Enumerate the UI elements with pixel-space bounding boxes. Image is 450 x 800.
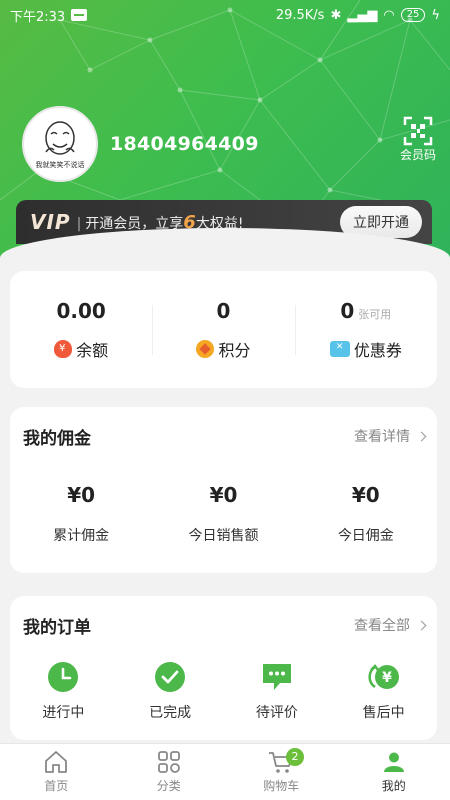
total-commission-label: 累计佣金 <box>53 528 110 544</box>
member-code-label: 会员码 <box>399 148 436 162</box>
check-circle-icon <box>155 662 186 692</box>
coupon-available-suffix: 张可用 <box>358 307 392 321</box>
cart-count-badge: 2 <box>286 748 304 766</box>
money-bag-icon <box>54 339 73 358</box>
tab-category[interactable]: 分类 <box>113 744 226 800</box>
tab-home[interactable]: 首页 <box>0 744 113 800</box>
charging-icon: ϟ <box>431 7 440 23</box>
balance-value: 0.00 <box>56 298 106 323</box>
avatar[interactable]: 我就笑笑不说话 <box>22 106 98 182</box>
order-completed[interactable]: 已完成 <box>117 660 224 722</box>
vip-logo: VIP <box>30 210 71 234</box>
commission-title: 我的佣金 <box>23 428 91 449</box>
bottom-tab-bar: 首页 分类 2 购物车 我的 <box>0 743 450 800</box>
orders-card: 我的订单 查看全部 进行中 已完成 待评价 ¥ 售后中 <box>10 596 437 740</box>
svg-text:¥: ¥ <box>382 670 392 686</box>
qr-code-icon <box>403 116 433 146</box>
today-commission[interactable]: ¥0 今日佣金 <box>295 483 437 545</box>
today-sales-value: ¥0 <box>209 483 238 507</box>
today-commission-value: ¥0 <box>351 483 380 507</box>
tab-cart[interactable]: 2 购物车 <box>225 744 338 800</box>
chevron-right-icon <box>416 431 427 441</box>
order-completed-label: 已完成 <box>149 705 192 721</box>
refund-icon: ¥ <box>368 664 399 689</box>
today-commission-label: 今日佣金 <box>337 528 394 544</box>
coupon-value: 0 <box>340 298 355 323</box>
avatar-caption: 我就笑笑不说话 <box>35 161 85 169</box>
cellular-signal-icon: ▂▄▆ <box>347 7 378 23</box>
order-to-review-label: 待评价 <box>255 705 298 721</box>
battery-indicator: 25 <box>400 8 426 22</box>
coupon-label: 优惠券 <box>353 340 402 360</box>
commission-card: 我的佣金 查看详情 ¥0 累计佣金 ¥0 今日销售额 ¥0 今日佣金 <box>10 407 437 573</box>
points-coin-icon <box>196 339 215 358</box>
commission-details-link[interactable]: 查看详情 <box>354 426 427 446</box>
message-notification-icon <box>71 9 88 21</box>
account-stats-card: 0.00 余额 0 积分 0张可用 优惠券 <box>10 271 437 388</box>
clock-icon <box>48 662 79 692</box>
today-sales[interactable]: ¥0 今日销售额 <box>152 483 294 545</box>
points-label: 积分 <box>218 340 251 360</box>
total-commission-value: ¥0 <box>67 483 96 507</box>
user-phone: 18404964409 <box>110 133 259 155</box>
total-commission[interactable]: ¥0 累计佣金 <box>10 483 152 545</box>
commission-details-label: 查看详情 <box>354 429 410 445</box>
tab-cart-label: 购物车 <box>263 779 300 793</box>
chat-bubble-icon <box>262 664 291 690</box>
tab-home-label: 首页 <box>44 779 69 793</box>
tab-mine-label: 我的 <box>381 779 406 793</box>
avatar-face-icon <box>45 121 75 155</box>
today-sales-label: 今日销售额 <box>188 528 259 544</box>
order-after-sale[interactable]: ¥ 售后中 <box>330 660 437 722</box>
order-in-progress-label: 进行中 <box>42 705 85 721</box>
orders-view-all-link[interactable]: 查看全部 <box>354 615 427 635</box>
orders-view-all-label: 查看全部 <box>354 618 410 634</box>
order-in-progress[interactable]: 进行中 <box>10 660 117 722</box>
wifi-icon: ◠ <box>383 7 395 23</box>
order-after-sale-label: 售后中 <box>362 705 405 721</box>
points-value: 0 <box>216 298 231 323</box>
profile-info: 我就笑笑不说话 18404964409 <box>22 106 259 182</box>
bluetooth-icon: ✱ <box>330 7 342 23</box>
home-icon <box>45 751 68 773</box>
member-code-button[interactable]: 会员码 <box>400 116 436 163</box>
status-time: 下午2:33 <box>10 9 66 25</box>
tab-category-label: 分类 <box>156 779 181 793</box>
status-bar: 下午2:33 29.5K/s ✱ ▂▄▆ ◠ 25 ϟ <box>0 0 450 30</box>
orders-title: 我的订单 <box>23 617 91 638</box>
order-to-review[interactable]: 待评价 <box>224 660 331 722</box>
balance-label: 余额 <box>76 340 109 360</box>
coupon-stat[interactable]: 0张可用 优惠券 <box>294 271 437 388</box>
profile-header: 下午2:33 29.5K/s ✱ ▂▄▆ ◠ 25 ϟ 我就笑笑不说话 1840… <box>0 0 450 262</box>
points-stat[interactable]: 0 积分 <box>152 271 294 388</box>
chevron-right-icon <box>416 620 427 630</box>
profile-icon <box>383 752 404 772</box>
grid-icon <box>157 751 180 773</box>
tab-mine[interactable]: 我的 <box>338 744 450 800</box>
coupon-icon <box>329 340 350 357</box>
network-speed: 29.5K/s <box>275 7 325 23</box>
balance-stat[interactable]: 0.00 余额 <box>10 271 152 388</box>
